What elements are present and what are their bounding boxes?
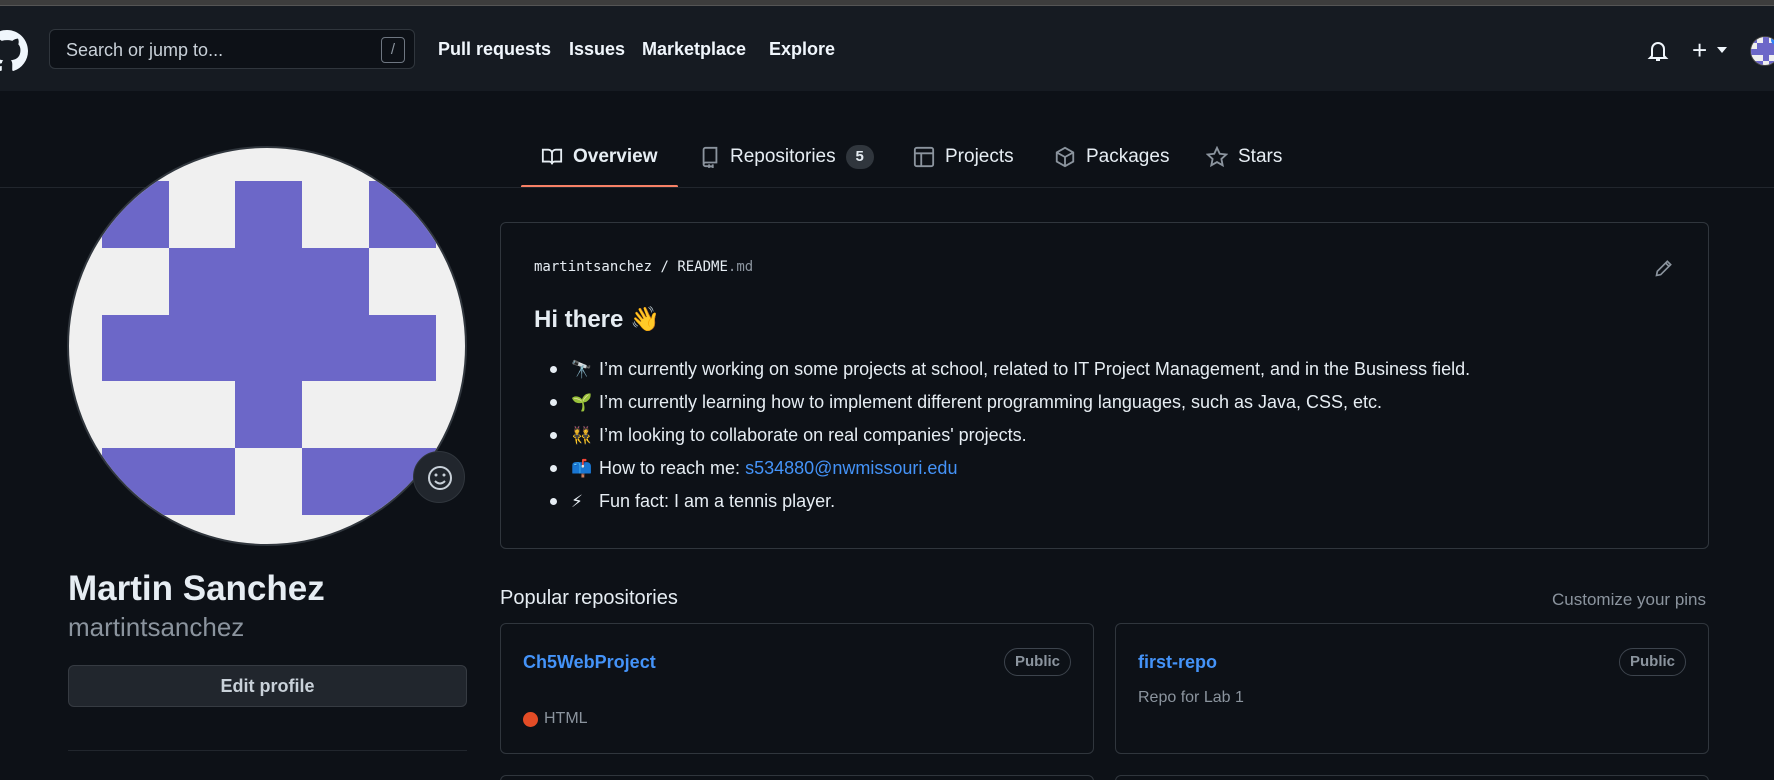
repo-description: Repo for Lab 1 bbox=[1138, 689, 1244, 706]
tab-repositories-label: Repositories bbox=[730, 146, 836, 167]
user-menu-avatar[interactable] bbox=[1750, 36, 1774, 66]
customize-pins-link[interactable]: Customize your pins bbox=[1552, 590, 1706, 610]
smiley-icon bbox=[428, 466, 452, 490]
email-link[interactable]: s534880@nwmissouri.edu bbox=[745, 458, 957, 479]
tab-overview-label: Overview bbox=[573, 146, 658, 167]
pencil-icon[interactable] bbox=[1654, 258, 1674, 278]
avatar-identicon bbox=[102, 181, 436, 515]
tab-stars[interactable]: Stars bbox=[1206, 142, 1282, 172]
nav-marketplace[interactable]: Marketplace bbox=[642, 39, 746, 60]
dancers-icon: 👯 bbox=[571, 425, 593, 445]
tab-packages[interactable]: Packages bbox=[1054, 142, 1169, 172]
repo-card: Ch5WebProject Public HTML bbox=[500, 623, 1094, 754]
repo-name-link[interactable]: first-repo bbox=[1138, 652, 1217, 673]
tab-stars-label: Stars bbox=[1238, 146, 1283, 167]
list-item-text: How to reach me: bbox=[599, 458, 741, 478]
bullet bbox=[550, 432, 557, 439]
profile-avatar[interactable] bbox=[67, 146, 467, 546]
search-shortcut-key: / bbox=[381, 37, 405, 63]
tab-projects-label: Projects bbox=[945, 146, 1014, 167]
tab-packages-label: Packages bbox=[1086, 146, 1170, 167]
seedling-icon: 🌱 bbox=[571, 392, 593, 412]
nav-explore[interactable]: Explore bbox=[769, 39, 835, 60]
list-item-text: I’m looking to collaborate on real compa… bbox=[599, 425, 1027, 445]
search-input[interactable]: Search or jump to... / bbox=[49, 29, 415, 69]
repo-name-link[interactable]: Ch5WebProject bbox=[523, 652, 656, 673]
list-item-text: I’m currently working on some projects a… bbox=[599, 359, 1471, 379]
list-item: 📫 How to reach me: s534880@nwmissouri.edu bbox=[534, 452, 1470, 485]
repo-card: first-repo Public Repo for Lab 1 bbox=[1115, 623, 1709, 754]
readme-path: martintsanchez / README.md bbox=[534, 259, 753, 275]
repo-card-partial bbox=[500, 775, 1094, 780]
bell-icon[interactable] bbox=[1646, 39, 1670, 63]
list-item: ⚡ Fun fact: I am a tennis player. bbox=[534, 485, 1470, 518]
create-new-button[interactable]: + bbox=[1692, 37, 1732, 63]
global-header: Search or jump to... / Pull requests Iss… bbox=[0, 6, 1774, 91]
package-icon bbox=[1055, 146, 1075, 168]
tab-repositories[interactable]: Repositories 5 bbox=[700, 142, 874, 172]
path-separator: / bbox=[660, 259, 669, 275]
repo-language: HTML bbox=[523, 710, 588, 728]
profile-divider bbox=[68, 750, 467, 751]
mailbox-icon: 📫 bbox=[571, 458, 593, 478]
repositories-count-badge: 5 bbox=[845, 145, 874, 169]
edit-profile-button[interactable]: Edit profile bbox=[68, 665, 467, 707]
bullet bbox=[550, 498, 557, 505]
set-status-button[interactable] bbox=[413, 451, 465, 503]
bullet bbox=[550, 399, 557, 406]
list-item-text: I’m currently learning how to implement … bbox=[599, 392, 1383, 412]
language-color-dot bbox=[523, 711, 538, 727]
profile-username: martintsanchez bbox=[68, 612, 245, 642]
popular-repositories-heading: Popular repositories bbox=[500, 587, 678, 609]
repo-language-label: HTML bbox=[544, 710, 588, 727]
bullet bbox=[550, 366, 557, 373]
star-icon bbox=[1206, 146, 1228, 168]
table-icon bbox=[913, 146, 935, 168]
search-placeholder: Search or jump to... bbox=[66, 40, 224, 60]
profile-full-name: Martin Sanchez bbox=[68, 569, 325, 608]
list-item-text: Fun fact: I am a tennis player. bbox=[599, 491, 836, 511]
visibility-badge: Public bbox=[1618, 648, 1686, 676]
readme-heading: Hi there 👋 bbox=[534, 306, 660, 333]
readme-file-ext: .md bbox=[727, 259, 754, 275]
nav-issues[interactable]: Issues bbox=[569, 39, 625, 60]
github-logo-icon[interactable] bbox=[0, 30, 28, 72]
repo-card-partial bbox=[1115, 775, 1709, 780]
list-item: 👯 I’m looking to collaborate on real comp… bbox=[534, 419, 1470, 452]
readme-owner-link[interactable]: martintsanchez bbox=[534, 259, 652, 275]
readme-list: 🔭 I’m currently working on some projects … bbox=[534, 353, 1470, 518]
list-item: 🌱 I’m currently learning how to implement… bbox=[534, 386, 1470, 419]
nav-pull-requests[interactable]: Pull requests bbox=[438, 39, 551, 60]
plus-icon: + bbox=[1692, 35, 1708, 65]
repo-icon bbox=[702, 146, 718, 168]
chevron-down-icon bbox=[1717, 47, 1727, 53]
tab-projects[interactable]: Projects bbox=[913, 142, 1014, 172]
lightning-icon: ⚡ bbox=[571, 491, 583, 511]
bullet bbox=[550, 465, 557, 472]
readme-card: martintsanchez / README.md Hi there 👋 🔭 I… bbox=[500, 222, 1709, 549]
book-icon bbox=[541, 148, 563, 165]
list-item: 🔭 I’m currently working on some projects … bbox=[534, 353, 1470, 386]
visibility-badge: Public bbox=[1003, 648, 1071, 676]
tab-overview[interactable]: Overview bbox=[541, 142, 658, 172]
readme-file-base: README bbox=[677, 259, 728, 275]
telescope-icon: 🔭 bbox=[571, 359, 593, 379]
